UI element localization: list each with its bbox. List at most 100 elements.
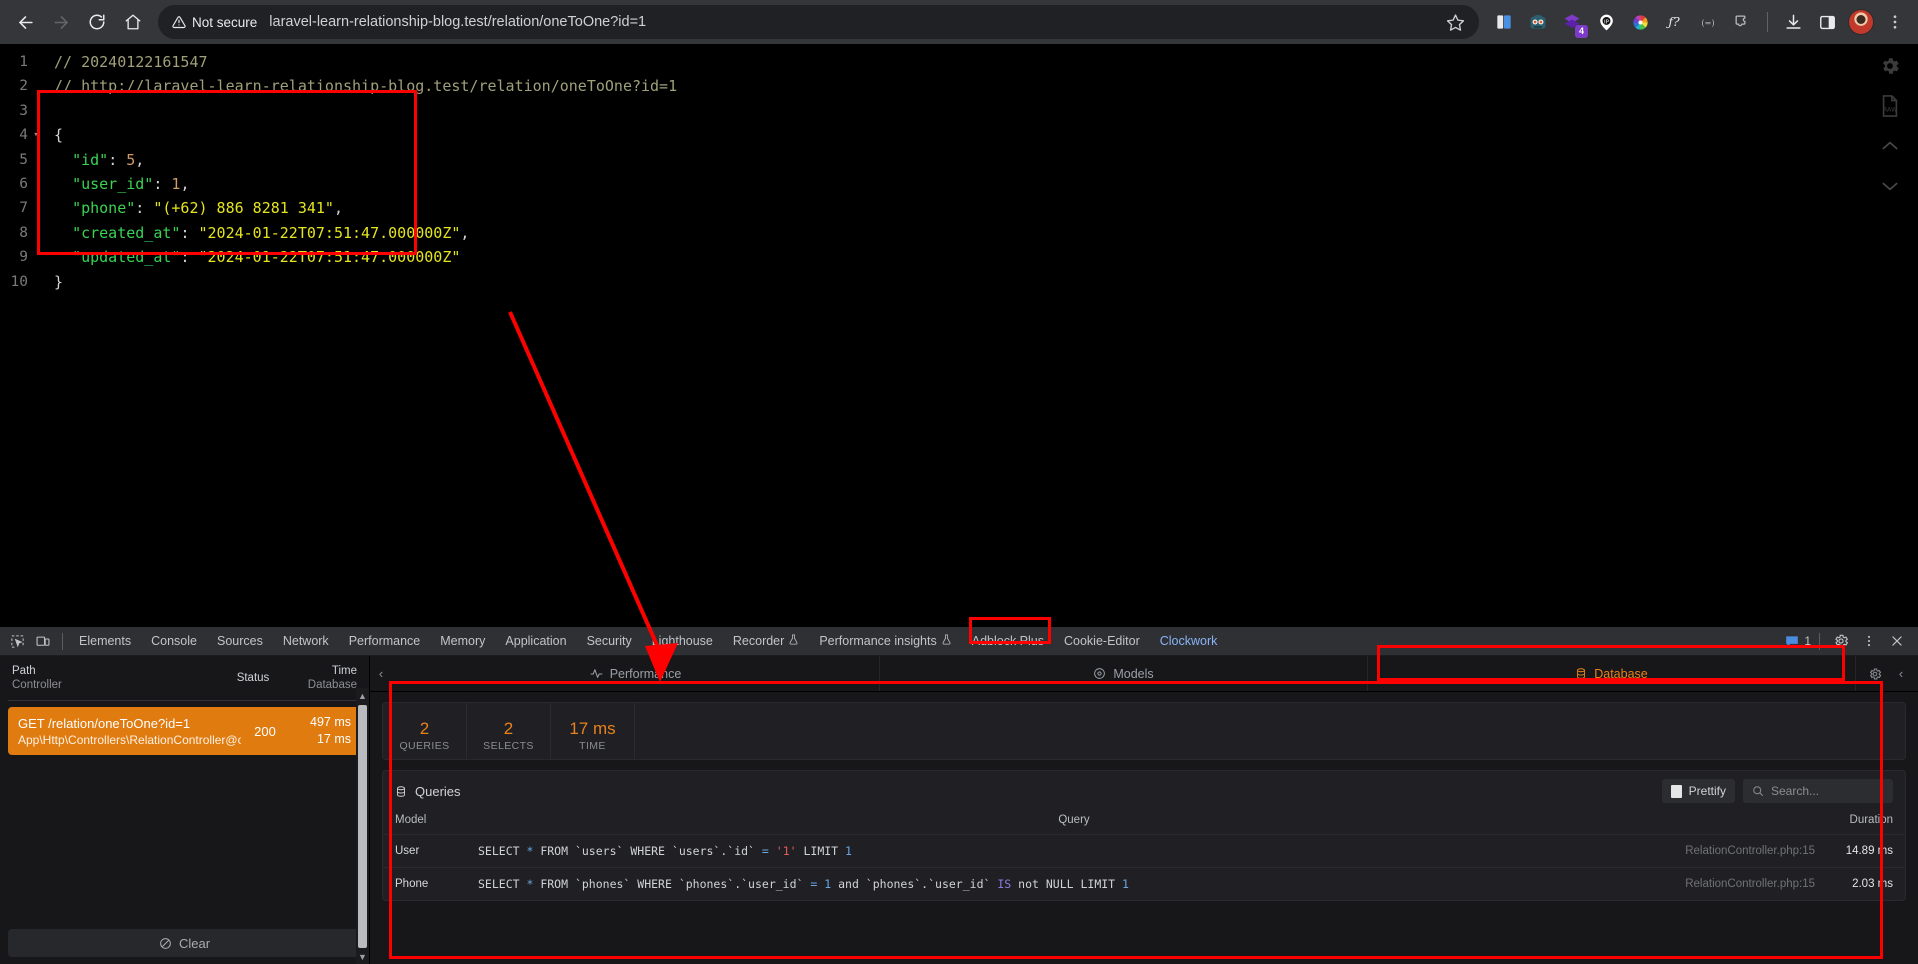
code-line: 9 "updated_at": "2024-01-22T07:51:47.000… [0, 245, 1918, 269]
message-count[interactable]: 1 [1785, 634, 1811, 648]
sql-token: 1 [1122, 877, 1129, 891]
json-code-block: 1// 202401221615472// http://laravel-lea… [0, 44, 1918, 294]
query-file[interactable]: RelationController.php:15 [1670, 835, 1815, 868]
tab-memory[interactable]: Memory [430, 627, 495, 656]
raw-file-icon[interactable]: RAW [1874, 90, 1906, 122]
url-text[interactable]: laravel-learn-relationship-blog.test/rel… [267, 14, 1441, 30]
request-path: GET /relation/oneToOne?id=1 [18, 715, 241, 732]
layers-extension-icon[interactable]: 4 [1557, 7, 1587, 37]
clockwork-request-sidebar: Path Controller Status Time Database GET… [0, 656, 370, 964]
json-colon: : [108, 151, 126, 169]
not-secure-indicator[interactable]: Not secure [172, 15, 267, 30]
profile-avatar[interactable] [1846, 7, 1876, 37]
tab-security[interactable]: Security [577, 627, 642, 656]
inspect-element-icon[interactable] [4, 629, 30, 653]
request-time: 497 ms [289, 714, 351, 731]
close-icon[interactable] [1884, 629, 1910, 653]
query-row[interactable]: PhoneSELECT * FROM `phones` WHERE `phone… [383, 868, 1905, 901]
json-colon: : [180, 248, 198, 266]
puzzle-extensions-icon[interactable] [1727, 7, 1757, 37]
scroll-down-arrow[interactable]: ▼ [358, 949, 367, 964]
sql-token: `users`.`id` [672, 844, 762, 858]
line-number: 6 [0, 172, 28, 196]
subtab-models[interactable]: Models [880, 656, 1368, 691]
tab-elements[interactable]: Elements [69, 627, 141, 656]
request-list-item[interactable]: GET /relation/oneToOne?id=1 App\Http\Con… [8, 707, 361, 755]
sql-token: WHERE [630, 844, 672, 858]
side-panel-icon[interactable] [1812, 7, 1842, 37]
reading-list-icon[interactable] [1489, 7, 1519, 37]
json-colon: : [153, 175, 171, 193]
subtab-database[interactable]: Database [1368, 656, 1856, 691]
address-bar[interactable]: Not secure laravel-learn-relationship-bl… [158, 5, 1479, 39]
gear-icon[interactable] [1828, 629, 1854, 653]
stat-value: 2 [420, 718, 429, 740]
equals-extension-icon[interactable]: (=) [1693, 7, 1723, 37]
tab-label: Console [151, 634, 197, 648]
prettify-label: Prettify [1689, 784, 1726, 798]
tab-clockwork[interactable]: Clockwork [1150, 627, 1228, 656]
chevron-collapse-icon[interactable]: ‹ [1890, 666, 1912, 681]
tab-cookie-editor[interactable]: Cookie-Editor [1054, 627, 1150, 656]
home-button[interactable] [116, 5, 150, 39]
browser-toolbar: Not secure laravel-learn-relationship-bl… [0, 0, 1918, 44]
scrollbar-thumb[interactable] [358, 705, 367, 948]
chevron-up-icon[interactable] [1874, 130, 1906, 162]
tab-performance[interactable]: Performance [339, 627, 431, 656]
color-wheel-extension-icon[interactable] [1625, 7, 1655, 37]
kebab-menu-icon[interactable] [1856, 629, 1882, 653]
star-icon[interactable] [1441, 8, 1469, 36]
scroll-up-arrow[interactable]: ▲ [358, 688, 367, 704]
json-key: "created_at" [72, 224, 180, 242]
target-icon [1093, 667, 1106, 680]
function-extension-icon[interactable]: ƒ? [1659, 7, 1689, 37]
tab-adblock-plus[interactable]: Adblock Plus [962, 627, 1054, 656]
avatar-extension-icon[interactable] [1523, 7, 1553, 37]
json-key: "user_id" [72, 175, 153, 193]
pin-extension-icon[interactable]: IP [1591, 7, 1621, 37]
json-value: "2024-01-22T07:51:47.000000Z" [199, 224, 461, 242]
column-file [1670, 811, 1815, 835]
download-icon[interactable] [1778, 7, 1808, 37]
device-toolbar-icon[interactable] [30, 629, 56, 653]
tab-label: Network [283, 634, 329, 648]
kebab-menu-icon[interactable] [1880, 7, 1910, 37]
subtab-database-label: Database [1594, 667, 1648, 681]
tab-application[interactable]: Application [495, 627, 576, 656]
tab-network[interactable]: Network [273, 627, 339, 656]
forward-button[interactable] [44, 5, 78, 39]
devtools-panel: Elements Console Sources Network Performance… [0, 626, 1918, 964]
query-row[interactable]: UserSELECT * FROM `users` WHERE `users`.… [383, 835, 1905, 868]
chevron-down-icon[interactable] [1874, 170, 1906, 202]
svg-text:ƒ?: ƒ? [1665, 14, 1680, 29]
tab-console[interactable]: Console [141, 627, 207, 656]
code-line: 5 "id": 5, [0, 148, 1918, 172]
tab-lighthouse[interactable]: Lighthouse [642, 627, 723, 656]
query-file[interactable]: RelationController.php:15 [1670, 868, 1815, 901]
subtab-performance[interactable]: Performance [392, 656, 880, 691]
search-input[interactable]: Search... [1743, 779, 1893, 803]
tab-performance-insights[interactable]: Performance insights [809, 627, 961, 656]
sidebar-scrollbar[interactable]: ▲ ▼ [356, 688, 369, 964]
svg-text:IP: IP [1604, 19, 1610, 25]
clear-button[interactable]: Clear [8, 929, 361, 957]
line-number: 7 [0, 196, 28, 220]
tab-sources[interactable]: Sources [207, 627, 273, 656]
flask-icon [941, 634, 952, 648]
fold-toggle[interactable]: ▾ [28, 123, 44, 147]
back-button[interactable] [8, 5, 42, 39]
code-line: 4▾{ [0, 123, 1918, 147]
prettify-toggle[interactable]: Prettify [1662, 779, 1735, 803]
code-line: 10} [0, 270, 1918, 294]
queries-card: Queries Prettify Search... [382, 770, 1906, 901]
gear-icon[interactable] [1862, 662, 1888, 686]
tab-label: Recorder [733, 634, 784, 648]
code-comment: // 20240122161547 [54, 53, 208, 71]
gear-icon[interactable] [1874, 50, 1906, 82]
sql-token: IS [997, 877, 1018, 891]
line-number: 8 [0, 221, 28, 245]
reload-button[interactable] [80, 5, 114, 39]
prettify-checkbox[interactable] [1671, 785, 1682, 798]
chevron-left-icon[interactable]: ‹ [370, 656, 392, 691]
tab-recorder[interactable]: Recorder [723, 627, 809, 656]
